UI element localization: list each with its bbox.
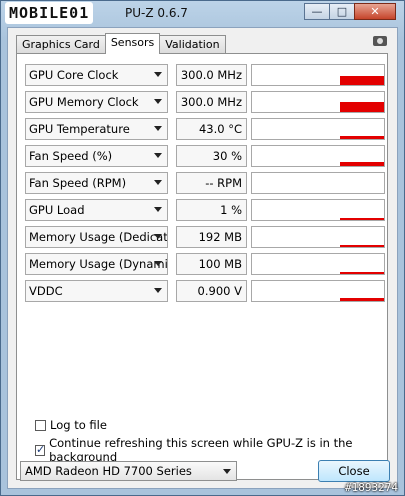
window-title: PU-Z 0.6.7 — [125, 6, 188, 20]
gpu-select-value: AMD Radeon HD 7700 Series — [25, 464, 192, 478]
chevron-down-icon — [154, 126, 162, 131]
sensor-label: Fan Speed (RPM) — [29, 176, 127, 190]
sensor-graph-bar — [340, 218, 384, 220]
sensors-panel: GPU Core Clock 300.0 MHz GPU Memory Clock 3… — [16, 53, 388, 480]
sensor-graph-bar — [340, 245, 384, 247]
chevron-down-icon — [154, 288, 162, 293]
sensor-value: 43.0 °C — [176, 118, 247, 140]
gpuz-window: MOBILE01 PU-Z 0.6.7 — □ ✕ Graphics Card … — [0, 0, 405, 496]
chevron-down-icon — [154, 153, 162, 158]
sensor-label-dropdown[interactable]: Memory Usage (Dynamic) — [25, 253, 168, 275]
sensor-graph-bar — [340, 162, 384, 166]
sensor-graph-bar — [340, 76, 384, 85]
sensor-graph — [251, 226, 385, 248]
tab-graphics-card[interactable]: Graphics Card — [16, 35, 106, 53]
sensor-label-dropdown[interactable]: GPU Memory Clock — [25, 91, 168, 113]
client-area: Graphics Card Sensors Validation GPU Cor… — [7, 27, 398, 489]
sensor-graph — [251, 145, 385, 167]
sensor-label-dropdown[interactable]: Fan Speed (RPM) — [25, 172, 168, 194]
sensor-row: VDDC 0.900 V — [25, 280, 385, 302]
sensor-label: GPU Memory Clock — [29, 95, 139, 109]
sensor-row: GPU Load 1 % — [25, 199, 385, 221]
title-bar[interactable]: MOBILE01 PU-Z 0.6.7 — □ ✕ — [1, 1, 404, 27]
sensor-value: 100 MB — [176, 253, 247, 275]
log-to-file-checkbox[interactable] — [35, 419, 46, 431]
continue-refresh-checkbox[interactable] — [35, 443, 45, 456]
sensor-value: 0.900 V — [176, 280, 247, 302]
sensor-value: 30 % — [176, 145, 247, 167]
sensor-row: Memory Usage (Dynamic) 100 MB — [25, 253, 385, 275]
sensor-label-dropdown[interactable]: Memory Usage (Dedicated) — [25, 226, 168, 248]
chevron-down-icon — [223, 469, 231, 474]
chevron-down-icon — [154, 261, 162, 266]
tab-strip: Graphics Card Sensors Validation — [16, 33, 226, 54]
sensor-label: GPU Core Clock — [29, 68, 119, 82]
log-to-file-label: Log to file — [50, 418, 107, 432]
sensor-graph — [251, 199, 385, 221]
tab-validation[interactable]: Validation — [159, 35, 226, 53]
sensor-label: Fan Speed (%) — [29, 149, 113, 163]
chevron-down-icon — [154, 99, 162, 104]
minimize-button[interactable]: — — [304, 3, 330, 20]
sensor-value: 1 % — [176, 199, 247, 221]
gpu-select-dropdown[interactable]: AMD Radeon HD 7700 Series — [20, 461, 237, 481]
sensor-graph — [251, 118, 385, 140]
sensor-graph-bar — [340, 272, 384, 274]
chevron-down-icon — [154, 72, 162, 77]
sensor-label: GPU Load — [29, 203, 85, 217]
close-button[interactable]: Close — [318, 460, 390, 482]
sensor-graph — [251, 91, 385, 113]
sensor-label: GPU Temperature — [29, 122, 130, 136]
sensor-graph-bar — [340, 136, 384, 139]
sensor-label: VDDC — [29, 284, 63, 298]
sensor-value: 300.0 MHz — [176, 64, 247, 86]
sensor-graph — [251, 253, 385, 275]
watermark: #1893274 — [345, 481, 398, 494]
camera-icon[interactable] — [373, 36, 387, 46]
sensor-graph — [251, 64, 385, 86]
sensor-value: -- RPM — [176, 172, 247, 194]
sensor-row: GPU Memory Clock 300.0 MHz — [25, 91, 385, 113]
window-close-button[interactable]: ✕ — [354, 3, 396, 20]
sensor-label-dropdown[interactable]: GPU Load — [25, 199, 168, 221]
sensor-row: Fan Speed (%) 30 % — [25, 145, 385, 167]
sensor-label-dropdown[interactable]: Fan Speed (%) — [25, 145, 168, 167]
sensor-graph-bar — [340, 102, 384, 112]
sensor-row: GPU Temperature 43.0 °C — [25, 118, 385, 140]
sensor-value: 300.0 MHz — [176, 91, 247, 113]
chevron-down-icon — [154, 234, 162, 239]
mobile01-logo: MOBILE01 — [5, 2, 94, 24]
chevron-down-icon — [154, 180, 162, 185]
sensor-graph-bar — [340, 298, 384, 301]
sensor-label: Memory Usage (Dedicated) — [29, 230, 168, 244]
sensor-row: GPU Core Clock 300.0 MHz — [25, 64, 385, 86]
sensor-graph — [251, 172, 385, 194]
sensor-graph — [251, 280, 385, 302]
logo-text: MOBILE01 — [9, 4, 90, 22]
sensor-label-dropdown[interactable]: VDDC — [25, 280, 168, 302]
chevron-down-icon — [154, 207, 162, 212]
sensor-label: Memory Usage (Dynamic) — [29, 257, 168, 271]
sensor-row: Memory Usage (Dedicated) 192 MB — [25, 226, 385, 248]
log-to-file-option[interactable]: Log to file — [35, 418, 107, 432]
sensor-label-dropdown[interactable]: GPU Temperature — [25, 118, 168, 140]
sensor-value: 192 MB — [176, 226, 247, 248]
sensor-row: Fan Speed (RPM) -- RPM — [25, 172, 385, 194]
tab-sensors[interactable]: Sensors — [104, 33, 161, 54]
maximize-button[interactable]: □ — [329, 3, 355, 20]
sensor-label-dropdown[interactable]: GPU Core Clock — [25, 64, 168, 86]
